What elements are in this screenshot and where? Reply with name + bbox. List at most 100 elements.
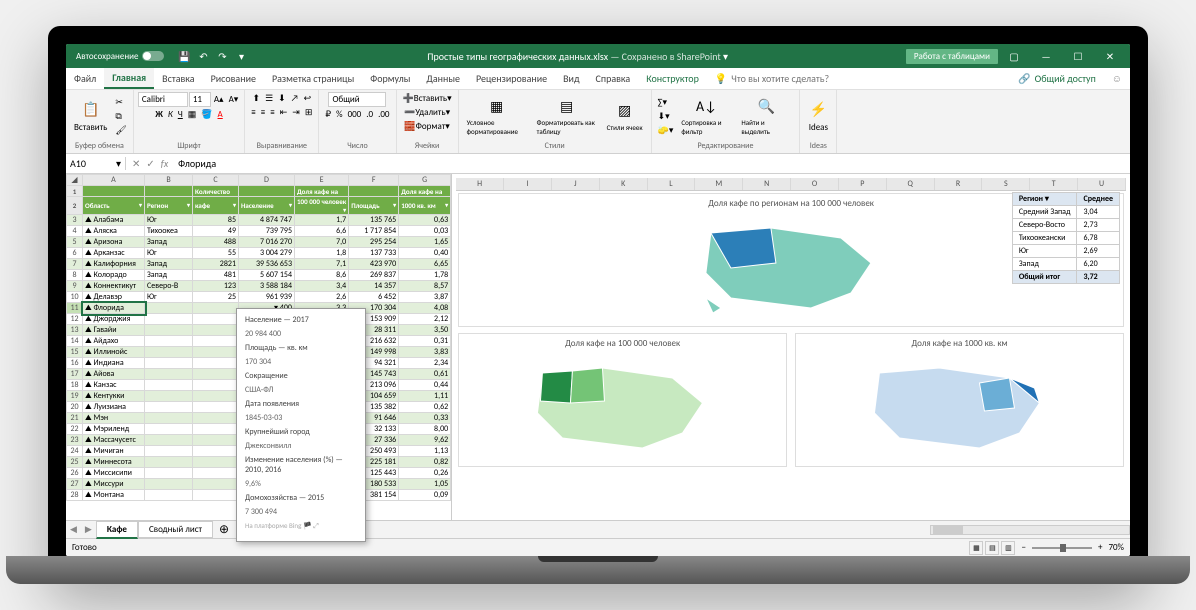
shrink-font-icon[interactable]: A▾ xyxy=(227,93,241,106)
name-box[interactable]: A10▾ xyxy=(66,157,126,170)
table-row[interactable]: 3⛰ АлабамаЮг854 874 7471,7135 7650,63 xyxy=(67,215,451,226)
currency-icon[interactable]: ₽ xyxy=(323,108,333,121)
ribbon-options-icon[interactable]: ▢ xyxy=(998,44,1030,68)
wrap-text-icon[interactable]: ↩ xyxy=(302,92,314,105)
cancel-fx-icon[interactable]: ✕ xyxy=(132,157,140,170)
paste-button[interactable]: 📋Вставить xyxy=(70,98,111,135)
normal-view-icon[interactable]: ▦ xyxy=(969,541,983,555)
numfmt-select[interactable] xyxy=(328,92,386,107)
autosave-toggle[interactable]: Автосохранение xyxy=(70,51,170,62)
zoom-slider[interactable] xyxy=(1032,547,1092,549)
delete-cells-button[interactable]: ➖ Удалить ▾ xyxy=(402,106,452,119)
table-row[interactable]: 9⛰ КоннектикутСеверо-В1233 588 1843,414 … xyxy=(67,281,451,292)
ideas-button[interactable]: ⚡Ideas xyxy=(804,98,832,135)
table-row[interactable]: 5⛰ АризонаЗапад4887 016 2707,0295 2541,6… xyxy=(67,237,451,248)
zoom-in-icon[interactable]: + xyxy=(1098,542,1102,553)
undo-icon[interactable]: ↶ xyxy=(195,48,211,64)
tab-file[interactable]: Файл xyxy=(66,68,104,89)
bold-button[interactable]: Ж xyxy=(153,108,165,121)
formula-input[interactable]: Флорида xyxy=(174,157,1130,170)
save-icon[interactable]: 💾 xyxy=(176,48,192,64)
orientation-icon[interactable]: ↗ xyxy=(289,92,301,105)
indent-inc-icon[interactable]: ⇥ xyxy=(290,106,302,119)
border-icon[interactable]: ▦ xyxy=(186,108,199,121)
zoom-level[interactable]: 70% xyxy=(1108,542,1124,553)
cut-icon[interactable]: ✂ xyxy=(113,96,128,109)
dec-dec-icon[interactable]: .00 xyxy=(376,108,391,121)
titlebar: Автосохранение 💾 ↶ ↷ ▾ Простые типы геог… xyxy=(66,44,1130,68)
align-left-icon[interactable]: ≡ xyxy=(249,106,257,119)
tab-formulas[interactable]: Формулы xyxy=(362,68,418,89)
percent-icon[interactable]: % xyxy=(334,108,344,121)
cell-style-button[interactable]: ▨Стили ячеек xyxy=(603,99,647,134)
sheet-tab-summary[interactable]: Сводный лист xyxy=(138,521,213,538)
tab-home[interactable]: Главная xyxy=(104,68,154,89)
pagelayout-view-icon[interactable]: ▤ xyxy=(985,541,999,555)
font-select[interactable] xyxy=(138,92,188,107)
sheet-nav-prev-icon[interactable]: ◀ xyxy=(66,524,81,535)
align-center-icon[interactable]: ≡ xyxy=(259,106,267,119)
align-bot-icon[interactable]: ⬇ xyxy=(276,92,288,105)
tab-layout[interactable]: Разметка страницы xyxy=(264,68,362,89)
chart-per-100k-map[interactable]: Доля кафе на 100 000 человек xyxy=(458,333,787,467)
format-cells-button[interactable]: 🧱 Формат ▾ xyxy=(402,120,451,133)
clear-icon[interactable]: 🧽▾ xyxy=(656,124,676,137)
add-sheet-icon[interactable]: ⊕ xyxy=(213,522,235,537)
comma-icon[interactable]: 000 xyxy=(346,108,364,121)
clipboard-label: Буфер обмена xyxy=(70,140,129,151)
fx-icon[interactable]: fx xyxy=(161,157,168,170)
sort-filter-button[interactable]: A↓Сортировка и фильтр xyxy=(677,94,735,138)
tab-help[interactable]: Справка xyxy=(588,68,639,89)
share-button[interactable]: 🔗Общий доступ xyxy=(1010,72,1104,85)
merge-icon[interactable]: ⊞ xyxy=(303,106,315,119)
fill-icon[interactable]: ⬇▾ xyxy=(656,110,676,123)
feedback-icon[interactable]: ☺ xyxy=(1104,72,1130,85)
autosum-icon[interactable]: ∑▾ xyxy=(656,96,676,109)
pivot-table[interactable]: Регион ▾Среднее Средний Запад3,04Северо-… xyxy=(1012,192,1120,284)
accept-fx-icon[interactable]: ✓ xyxy=(146,157,154,170)
pagebreak-view-icon[interactable]: ▥ xyxy=(1001,541,1015,555)
fmt-table-button[interactable]: ▤Форматировать как таблицу xyxy=(533,94,601,138)
indent-dec-icon[interactable]: ⇤ xyxy=(278,106,290,119)
grow-font-icon[interactable]: A▴ xyxy=(212,93,226,106)
align-right-icon[interactable]: ≡ xyxy=(268,106,276,119)
align-mid-icon[interactable]: ☰ xyxy=(263,92,275,105)
minimize-icon[interactable]: — xyxy=(1030,44,1062,68)
copy-icon[interactable]: ⧉ xyxy=(113,110,128,123)
fill-color-icon[interactable]: 🪣 xyxy=(199,108,214,121)
tab-view[interactable]: Вид xyxy=(555,68,587,89)
close-icon[interactable]: ✕ xyxy=(1094,44,1126,68)
inc-dec-icon[interactable]: .0 xyxy=(364,108,375,121)
insert-cells-button[interactable]: ➕ Вставить ▾ xyxy=(401,92,454,105)
underline-button[interactable]: Ч xyxy=(176,108,185,121)
fontsize-select[interactable] xyxy=(189,92,211,107)
redo-icon[interactable]: ↷ xyxy=(214,48,230,64)
tab-insert[interactable]: Вставка xyxy=(154,68,202,89)
table-row[interactable]: 10⛰ ДелавэрЮг25961 9392,66 4523,87 xyxy=(67,292,451,303)
tell-me-input[interactable] xyxy=(731,72,871,85)
tab-draw[interactable]: Рисование xyxy=(203,68,264,89)
format-painter-icon[interactable]: 🖌 xyxy=(113,124,128,137)
zoom-out-icon[interactable]: − xyxy=(1021,542,1025,553)
table-row[interactable]: 7⛰ КалифорнияЗапад282139 536 6537,1423 9… xyxy=(67,259,451,270)
qat-more-icon[interactable]: ▾ xyxy=(233,48,249,64)
sheet-nav-next-icon[interactable]: ▶ xyxy=(81,524,96,535)
cond-fmt-button[interactable]: ▦Условное форматирование xyxy=(463,94,531,138)
table-row[interactable]: 8⛰ КолорадоЗапад4815 607 1548,6269 8371,… xyxy=(67,270,451,281)
tab-review[interactable]: Рецензирование xyxy=(468,68,555,89)
italic-button[interactable]: К xyxy=(166,108,175,121)
font-color-icon[interactable]: А xyxy=(216,108,225,121)
worksheet-area[interactable]: ◢ABCDEFG 1КоличествоДоля кафе наДоля каф… xyxy=(66,174,1130,520)
table-row[interactable]: 4⛰ АляскаТихоокеа49739 7956,61 717 8540,… xyxy=(67,226,451,237)
tab-construct[interactable]: Конструктор xyxy=(638,68,707,89)
chart-per-1000km-map[interactable]: Доля кафе на 1000 кв. км xyxy=(795,333,1124,467)
h-scrollbar[interactable] xyxy=(930,525,1130,535)
sheet-tab-cafe[interactable]: Кафе xyxy=(96,521,138,539)
table-row[interactable]: 6⛰ АрканзасЮг553 004 2791,8137 7330,40 xyxy=(67,248,451,259)
maximize-icon[interactable]: ☐ xyxy=(1062,44,1094,68)
tell-me-search[interactable]: 💡 xyxy=(707,72,1010,85)
table-tools-tab[interactable]: Работа с таблицами xyxy=(906,49,998,64)
tab-data[interactable]: Данные xyxy=(418,68,468,89)
find-select-button[interactable]: 🔍Найти и выделить xyxy=(737,94,795,138)
align-top-icon[interactable]: ⬆ xyxy=(251,92,263,105)
